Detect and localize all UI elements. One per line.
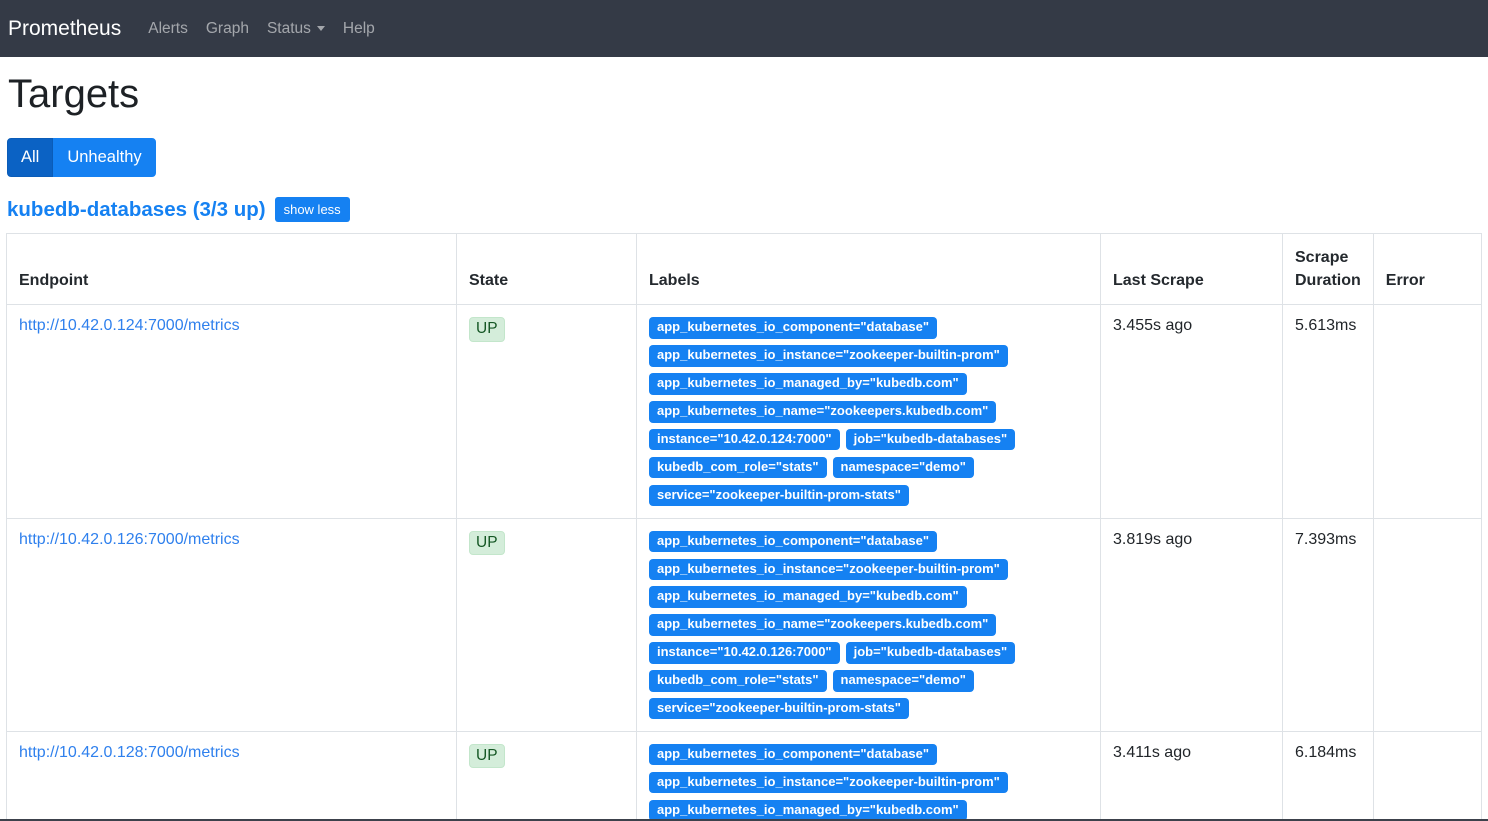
filter-all-button[interactable]: All <box>7 138 53 177</box>
label-badge: service="zookeeper-builtin-prom-stats" <box>649 698 909 719</box>
nav-item-status[interactable]: Status <box>258 12 334 46</box>
header-error: Error <box>1373 234 1481 305</box>
header-endpoint: Endpoint <box>7 234 457 305</box>
last-scrape-cell: 3.455s ago <box>1101 305 1283 518</box>
targets-table-body: http://10.42.0.124:7000/metrics UP app_kub… <box>7 305 1482 821</box>
label-badge: app_kubernetes_io_component="database" <box>649 744 937 765</box>
header-labels: Labels <box>637 234 1101 305</box>
label-badge: kubedb_com_role="stats" <box>649 670 827 691</box>
endpoint-link[interactable]: http://10.42.0.128:7000/metrics <box>19 744 240 761</box>
navbar: Prometheus Alerts Graph Status Help <box>0 0 1488 57</box>
labels-cell: app_kubernetes_io_component="database"ap… <box>637 305 1101 518</box>
label-badge: kubedb_com_role="stats" <box>649 457 827 478</box>
header-state: State <box>457 234 637 305</box>
target-row: http://10.42.0.126:7000/metrics UP app_kub… <box>7 518 1482 731</box>
filter-unhealthy-button[interactable]: Unhealthy <box>53 138 155 177</box>
last-scrape-cell: 3.819s ago <box>1101 518 1283 731</box>
label-badge: app_kubernetes_io_name="zookeepers.kubed… <box>649 614 996 635</box>
label-badge: job="kubedb-databases" <box>846 642 1016 663</box>
navbar-nav: Alerts Graph Status Help <box>139 12 384 46</box>
endpoint-link[interactable]: http://10.42.0.124:7000/metrics <box>19 317 240 334</box>
nav-item-alerts[interactable]: Alerts <box>139 12 197 46</box>
scrape-duration-cell: 6.184ms <box>1283 731 1374 821</box>
label-badge: app_kubernetes_io_instance="zookeeper-bu… <box>649 772 1008 793</box>
scrape-duration-cell: 5.613ms <box>1283 305 1374 518</box>
endpoint-cell: http://10.42.0.124:7000/metrics <box>7 305 457 518</box>
nav-item-graph[interactable]: Graph <box>197 12 258 46</box>
state-badge: UP <box>469 531 505 555</box>
error-cell <box>1373 305 1481 518</box>
header-last-scrape: Last Scrape <box>1101 234 1283 305</box>
job-heading[interactable]: kubedb-databases (3/3 up) <box>7 198 266 222</box>
label-badge: app_kubernetes_io_managed_by="kubedb.com… <box>649 373 967 394</box>
label-badge: service="zookeeper-builtin-prom-stats" <box>649 485 909 506</box>
last-scrape-cell: 3.411s ago <box>1101 731 1283 821</box>
label-badge: app_kubernetes_io_component="database" <box>649 531 937 552</box>
header-scrape-duration: Scrape Duration <box>1283 234 1374 305</box>
scrape-duration-cell: 7.393ms <box>1283 518 1374 731</box>
label-badge: app_kubernetes_io_instance="zookeeper-bu… <box>649 559 1008 580</box>
target-row: http://10.42.0.124:7000/metrics UP app_kub… <box>7 305 1482 518</box>
error-cell <box>1373 518 1481 731</box>
job-heading-row: kubedb-databases (3/3 up) show less <box>7 197 1482 222</box>
label-badge: app_kubernetes_io_managed_by="kubedb.com… <box>649 586 967 607</box>
page-title: Targets <box>8 72 1482 117</box>
health-filter-group: All Unhealthy <box>7 138 156 177</box>
state-badge: UP <box>469 317 505 341</box>
targets-table: Endpoint State Labels Last Scrape Scrape… <box>6 233 1482 821</box>
show-less-button[interactable]: show less <box>275 197 350 222</box>
label-badge: namespace="demo" <box>833 457 974 478</box>
endpoint-cell: http://10.42.0.126:7000/metrics <box>7 518 457 731</box>
endpoint-cell: http://10.42.0.128:7000/metrics <box>7 731 457 821</box>
target-row: http://10.42.0.128:7000/metrics UP app_kub… <box>7 731 1482 821</box>
label-badge: app_kubernetes_io_component="database" <box>649 317 937 338</box>
label-badge: app_kubernetes_io_instance="zookeeper-bu… <box>649 345 1008 366</box>
label-badge: job="kubedb-databases" <box>846 429 1016 450</box>
state-badge: UP <box>469 744 505 768</box>
table-header-row: Endpoint State Labels Last Scrape Scrape… <box>7 234 1482 305</box>
main-content: Targets All Unhealthy kubedb-databases (… <box>0 72 1488 821</box>
label-badge: namespace="demo" <box>833 670 974 691</box>
navbar-brand[interactable]: Prometheus <box>8 17 121 41</box>
state-cell: UP <box>457 731 637 821</box>
error-cell <box>1373 731 1481 821</box>
nav-item-status-label: Status <box>267 20 311 38</box>
label-badge: app_kubernetes_io_managed_by="kubedb.com… <box>649 800 967 821</box>
label-badge: instance="10.42.0.124:7000" <box>649 429 840 450</box>
label-badge: app_kubernetes_io_name="zookeepers.kubed… <box>649 401 996 422</box>
endpoint-link[interactable]: http://10.42.0.126:7000/metrics <box>19 531 240 548</box>
nav-item-help[interactable]: Help <box>334 12 384 46</box>
state-cell: UP <box>457 305 637 518</box>
state-cell: UP <box>457 518 637 731</box>
label-badge: instance="10.42.0.126:7000" <box>649 642 840 663</box>
labels-cell: app_kubernetes_io_component="database"ap… <box>637 731 1101 821</box>
chevron-down-icon <box>317 26 325 31</box>
labels-cell: app_kubernetes_io_component="database"ap… <box>637 518 1101 731</box>
